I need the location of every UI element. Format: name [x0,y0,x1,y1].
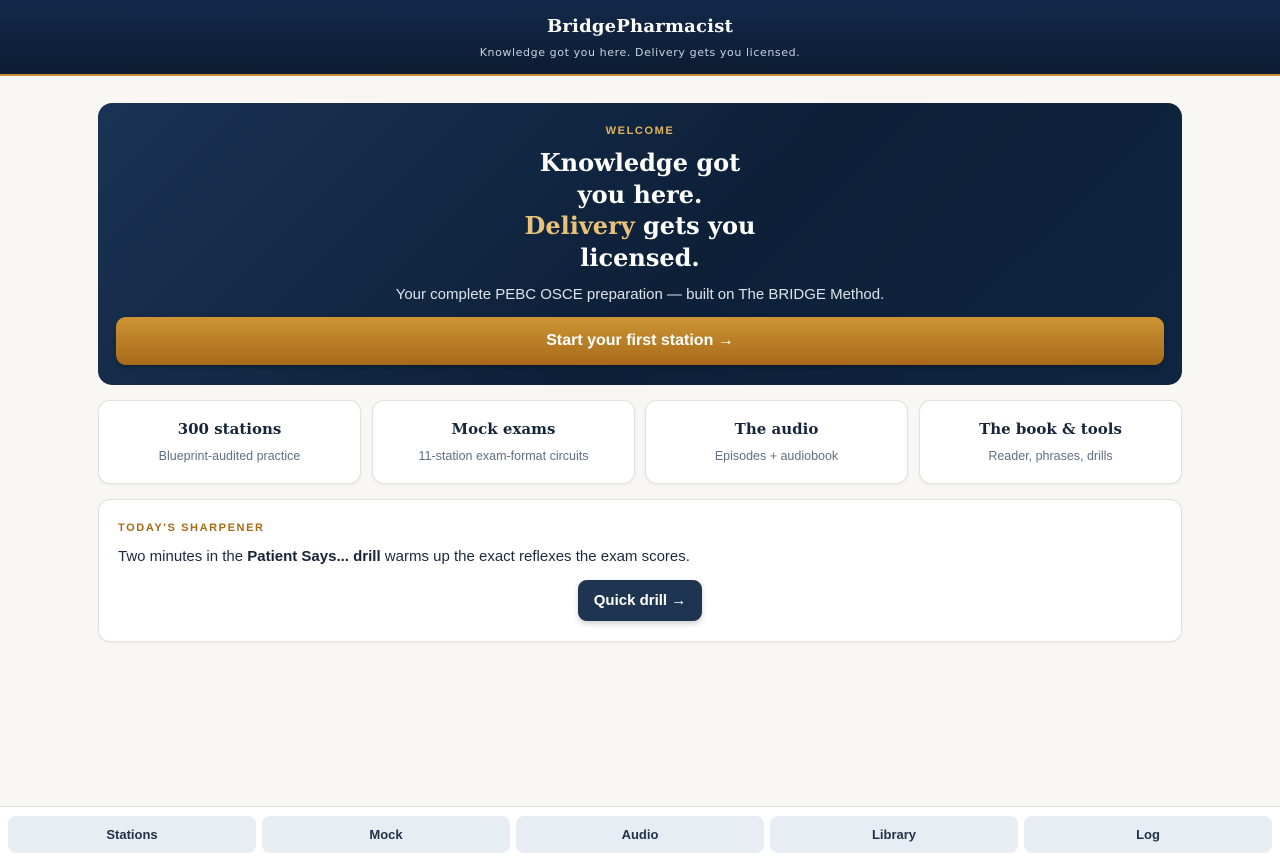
card-title: The audio [734,420,819,438]
nav-stations[interactable]: Stations [8,816,256,853]
card-title: The book & tools [979,420,1122,438]
hero-title: Knowledge got you here. Delivery gets yo… [98,147,1182,273]
card-subtitle: Episodes + audiobook [714,449,839,463]
hero-kicker: WELCOME [605,125,675,137]
sharpener-text-before: Two minutes in the [118,548,248,565]
card-stations[interactable]: 300 stations Blueprint-audited practice [98,400,361,484]
hero-title-line-4: licensed. [580,242,700,272]
sharpener-drill-name: Patient Says... drill [247,548,381,565]
bottom-nav: Stations Mock Audio Library Log [0,806,1280,860]
nav-mock[interactable]: Mock [262,816,510,853]
hero-title-line-2: you here. [577,179,703,209]
brand-title[interactable]: BridgePharmacist [0,16,1280,37]
card-subtitle: 11-station exam-format circuits [418,449,589,463]
start-first-station-button[interactable]: Start your first station → [116,317,1164,365]
card-subtitle: Blueprint-audited practice [158,449,301,463]
nav-log[interactable]: Log [1024,816,1272,853]
app-header: BridgePharmacist Knowledge got you here.… [0,0,1280,76]
card-subtitle: Reader, phrases, drills [988,449,1113,463]
card-title: 300 stations [177,420,282,438]
hero-title-line-3: gets you [634,211,756,240]
nav-audio[interactable]: Audio [516,816,764,853]
card-audio[interactable]: The audio Episodes + audiobook [645,400,908,484]
hero-subtitle: Your complete PEBC OSCE preparation — bu… [395,286,885,303]
nav-library[interactable]: Library [770,816,1018,853]
sharpener-kicker: TODAY'S SHARPENER [118,522,265,534]
welcome-hero: WELCOME Knowledge got you here. Delivery… [98,103,1182,385]
hero-title-line-1: Knowledge got [539,148,741,177]
hero-title-accent: Delivery [524,211,635,240]
sharpener-text: Two minutes in the Patient Says... drill… [118,548,690,565]
todays-sharpener: TODAY'S SHARPENER Two minutes in the Pat… [98,499,1182,642]
sharpener-text-after: warms up the exact reflexes the exam sco… [380,548,690,565]
card-title: Mock exams [451,420,556,438]
card-mock-exams[interactable]: Mock exams 11-station exam-format circui… [372,400,635,484]
brand-tagline: Knowledge got you here. Delivery gets yo… [479,46,801,59]
card-book-tools[interactable]: The book & tools Reader, phrases, drills [919,400,1182,484]
quick-drill-button[interactable]: Quick drill → [578,580,702,621]
